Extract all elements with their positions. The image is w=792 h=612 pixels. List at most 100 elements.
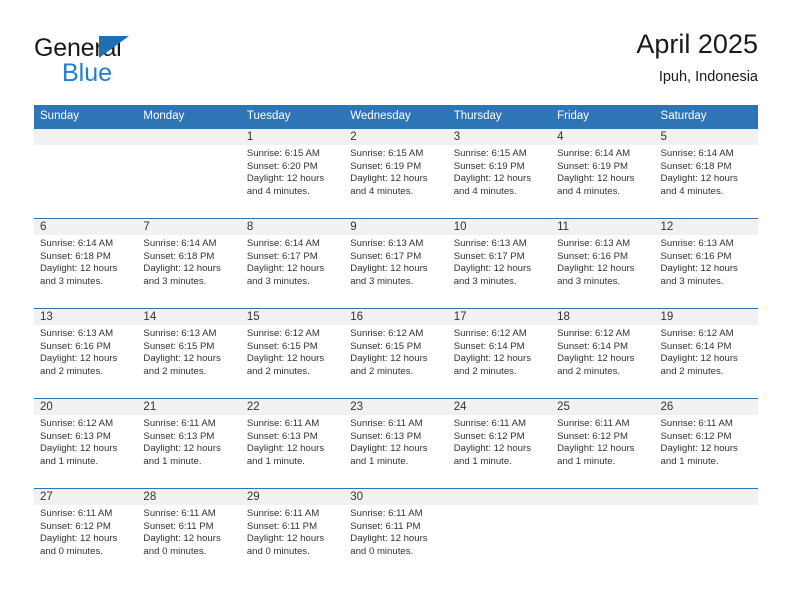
day-number: 22 xyxy=(240,399,345,415)
daylight-text-line1: Daylight: 12 hours xyxy=(557,173,635,185)
calendar-day-cell[interactable]: 10 Sunrise: 6:13 AM Sunset: 6:17 PM Dayligh… xyxy=(447,218,552,309)
weekday-header-thursday: Thursday xyxy=(447,105,552,129)
sunrise-text: Sunrise: 6:14 AM xyxy=(246,238,320,249)
calendar-day-cell[interactable]: 30 Sunrise: 6:11 AM Sunset: 6:11 PM Dayligh… xyxy=(344,488,448,579)
calendar-day-cell[interactable]: 27 Sunrise: 6:11 AM Sunset: 6:12 PM Dayligh… xyxy=(34,488,138,579)
day-number: 25 xyxy=(551,399,655,415)
day-details: Sunrise: 6:13 AM Sunset: 6:16 PM Daylight:… xyxy=(34,325,137,378)
calendar-day-cell[interactable]: 7 Sunrise: 6:14 AM Sunset: 6:18 PM Daylight… xyxy=(137,218,241,309)
calendar-day-cell[interactable]: 13 Sunrise: 6:13 AM Sunset: 6:16 PM Dayligh… xyxy=(34,308,138,399)
calendar-day-cell[interactable]: 28 Sunrise: 6:11 AM Sunset: 6:11 PM Dayligh… xyxy=(137,488,241,579)
daylight-text-line1: Daylight: 12 hours xyxy=(143,443,221,455)
day-details: Sunrise: 6:11 AM Sunset: 6:11 PM Daylight:… xyxy=(137,505,240,558)
calendar-day-cell[interactable]: 20 Sunrise: 6:12 AM Sunset: 6:13 PM Dayligh… xyxy=(34,398,138,489)
day-number xyxy=(34,129,138,145)
day-number: 14 xyxy=(137,309,241,325)
day-number: 30 xyxy=(344,489,448,505)
daylight-text-line1: Daylight: 12 hours xyxy=(660,443,738,455)
calendar-page: General Blue April 2025 Ipuh, Indonesia … xyxy=(0,0,792,612)
sunset-text: Sunset: 6:15 PM xyxy=(246,340,318,352)
daylight-text-line1: Daylight: 12 hours xyxy=(246,173,325,185)
daylight-text-line1: Daylight: 12 hours xyxy=(246,353,325,365)
sunset-text: Sunset: 6:16 PM xyxy=(557,250,629,262)
calendar-day-cell[interactable]: 2 Sunrise: 6:15 AM Sunset: 6:19 PM Daylight… xyxy=(344,128,448,219)
day-details: Sunrise: 6:11 AM Sunset: 6:11 PM Daylight:… xyxy=(344,505,447,558)
daylight-text-line2: and 1 minute. xyxy=(660,455,719,467)
calendar-day-cell[interactable]: 3 Sunrise: 6:15 AM Sunset: 6:19 PM Daylight… xyxy=(447,128,552,219)
calendar-day-cell[interactable]: 9 Sunrise: 6:13 AM Sunset: 6:17 PM Daylight… xyxy=(344,218,448,309)
calendar-day-cell[interactable]: 6 Sunrise: 6:14 AM Sunset: 6:18 PM Daylight… xyxy=(34,218,138,309)
sunset-text: Sunset: 6:13 PM xyxy=(40,430,111,442)
day-number: 19 xyxy=(654,309,758,325)
day-details: Sunrise: 6:12 AM Sunset: 6:14 PM Daylight:… xyxy=(551,325,654,378)
calendar-day-cell[interactable]: 26 Sunrise: 6:11 AM Sunset: 6:12 PM Dayligh… xyxy=(654,398,758,489)
day-details: Sunrise: 6:14 AM Sunset: 6:18 PM Daylight:… xyxy=(137,235,240,288)
daylight-text-line1: Daylight: 12 hours xyxy=(350,353,428,365)
sunrise-text: Sunrise: 6:15 AM xyxy=(453,148,527,159)
daylight-text-line2: and 2 minutes. xyxy=(453,365,517,377)
calendar-day-cell[interactable]: 17 Sunrise: 6:12 AM Sunset: 6:14 PM Dayligh… xyxy=(447,308,552,399)
sunset-text: Sunset: 6:13 PM xyxy=(143,430,215,442)
daylight-text-line2: and 2 minutes. xyxy=(40,365,103,377)
sunset-text: Sunset: 6:16 PM xyxy=(40,340,111,352)
day-number: 11 xyxy=(551,219,655,235)
calendar-week-row: 1 Sunrise: 6:15 AM Sunset: 6:20 PM Daylight… xyxy=(34,128,758,219)
logo-triangle-icon xyxy=(99,36,129,58)
weekday-header-friday: Friday xyxy=(551,105,655,129)
day-number: 1 xyxy=(240,129,345,145)
daylight-text-line2: and 1 minute. xyxy=(453,455,512,467)
calendar-day-cell[interactable]: 29 Sunrise: 6:11 AM Sunset: 6:11 PM Dayligh… xyxy=(240,488,345,579)
daylight-text-line1: Daylight: 12 hours xyxy=(246,533,325,545)
day-details: Sunrise: 6:11 AM Sunset: 6:12 PM Daylight:… xyxy=(655,415,758,468)
daylight-text-line2: and 1 minute. xyxy=(246,455,305,467)
calendar-day-cell[interactable]: 25 Sunrise: 6:11 AM Sunset: 6:12 PM Dayligh… xyxy=(551,398,655,489)
calendar-day-cell[interactable]: 16 Sunrise: 6:12 AM Sunset: 6:15 PM Dayligh… xyxy=(344,308,448,399)
day-details: Sunrise: 6:14 AM Sunset: 6:17 PM Daylight:… xyxy=(241,235,344,288)
day-details: Sunrise: 6:13 AM Sunset: 6:15 PM Daylight:… xyxy=(137,325,240,378)
daylight-text-line1: Daylight: 12 hours xyxy=(453,173,532,185)
calendar-day-cell[interactable]: 23 Sunrise: 6:11 AM Sunset: 6:13 PM Dayligh… xyxy=(344,398,448,489)
daylight-text-line2: and 0 minutes. xyxy=(143,545,207,557)
calendar-day-cell[interactable]: 18 Sunrise: 6:12 AM Sunset: 6:14 PM Dayligh… xyxy=(551,308,655,399)
daylight-text-line2: and 3 minutes. xyxy=(557,275,621,287)
calendar-day-cell[interactable]: 8 Sunrise: 6:14 AM Sunset: 6:17 PM Daylight… xyxy=(240,218,345,309)
sunrise-text: Sunrise: 6:13 AM xyxy=(557,238,631,249)
calendar-day-cell[interactable]: 1 Sunrise: 6:15 AM Sunset: 6:20 PM Daylight… xyxy=(240,128,345,219)
calendar-day-cell-empty xyxy=(34,128,138,219)
sunrise-text: Sunrise: 6:13 AM xyxy=(143,328,217,339)
daylight-text-line2: and 3 minutes. xyxy=(246,275,310,287)
day-number: 5 xyxy=(654,129,758,145)
sunset-text: Sunset: 6:12 PM xyxy=(40,520,111,532)
calendar-header-row-group: Sunday Monday Tuesday Wednesday Thursday Frid… xyxy=(34,105,758,129)
daylight-text-line2: and 2 minutes. xyxy=(660,365,724,377)
calendar-day-cell[interactable]: 5 Sunrise: 6:14 AM Sunset: 6:18 PM Daylight… xyxy=(654,128,758,219)
day-details: Sunrise: 6:11 AM Sunset: 6:13 PM Daylight:… xyxy=(344,415,447,468)
daylight-text-line1: Daylight: 12 hours xyxy=(40,533,118,545)
calendar-day-cell[interactable]: 4 Sunrise: 6:14 AM Sunset: 6:19 PM Daylight… xyxy=(551,128,655,219)
daylight-text-line1: Daylight: 12 hours xyxy=(453,263,532,275)
day-number: 21 xyxy=(137,399,241,415)
calendar-day-cell[interactable]: 15 Sunrise: 6:12 AM Sunset: 6:15 PM Dayligh… xyxy=(240,308,345,399)
daylight-text-line2: and 2 minutes. xyxy=(143,365,207,377)
page-title: April 2025 xyxy=(636,29,758,59)
calendar-day-cell[interactable]: 21 Sunrise: 6:11 AM Sunset: 6:13 PM Dayligh… xyxy=(137,398,241,489)
calendar-day-cell[interactable]: 24 Sunrise: 6:11 AM Sunset: 6:12 PM Dayligh… xyxy=(447,398,552,489)
sunset-text: Sunset: 6:11 PM xyxy=(246,520,318,532)
weekday-header-row: Sunday Monday Tuesday Wednesday Thursday Frid… xyxy=(34,105,758,129)
calendar-day-cell[interactable]: 12 Sunrise: 6:13 AM Sunset: 6:16 PM Dayligh… xyxy=(654,218,758,309)
general-blue-logo: General Blue xyxy=(34,34,244,92)
day-number: 6 xyxy=(34,219,138,235)
day-number: 9 xyxy=(344,219,448,235)
calendar-day-cell[interactable]: 11 Sunrise: 6:13 AM Sunset: 6:16 PM Dayligh… xyxy=(551,218,655,309)
daylight-text-line1: Daylight: 12 hours xyxy=(40,353,118,365)
daylight-text-line1: Daylight: 12 hours xyxy=(453,443,532,455)
calendar-day-cell[interactable]: 19 Sunrise: 6:12 AM Sunset: 6:14 PM Dayligh… xyxy=(654,308,758,399)
sunset-text: Sunset: 6:12 PM xyxy=(557,430,629,442)
sunrise-text: Sunrise: 6:14 AM xyxy=(143,238,217,249)
calendar-day-cell[interactable]: 14 Sunrise: 6:13 AM Sunset: 6:15 PM Dayligh… xyxy=(137,308,241,399)
daylight-text-line2: and 4 minutes. xyxy=(246,185,310,197)
calendar-week-row: 6 Sunrise: 6:14 AM Sunset: 6:18 PM Daylight… xyxy=(34,218,758,309)
sunrise-text: Sunrise: 6:13 AM xyxy=(453,238,527,249)
calendar-day-cell[interactable]: 22 Sunrise: 6:11 AM Sunset: 6:13 PM Dayligh… xyxy=(240,398,345,489)
day-details: Sunrise: 6:12 AM Sunset: 6:15 PM Daylight:… xyxy=(241,325,344,378)
